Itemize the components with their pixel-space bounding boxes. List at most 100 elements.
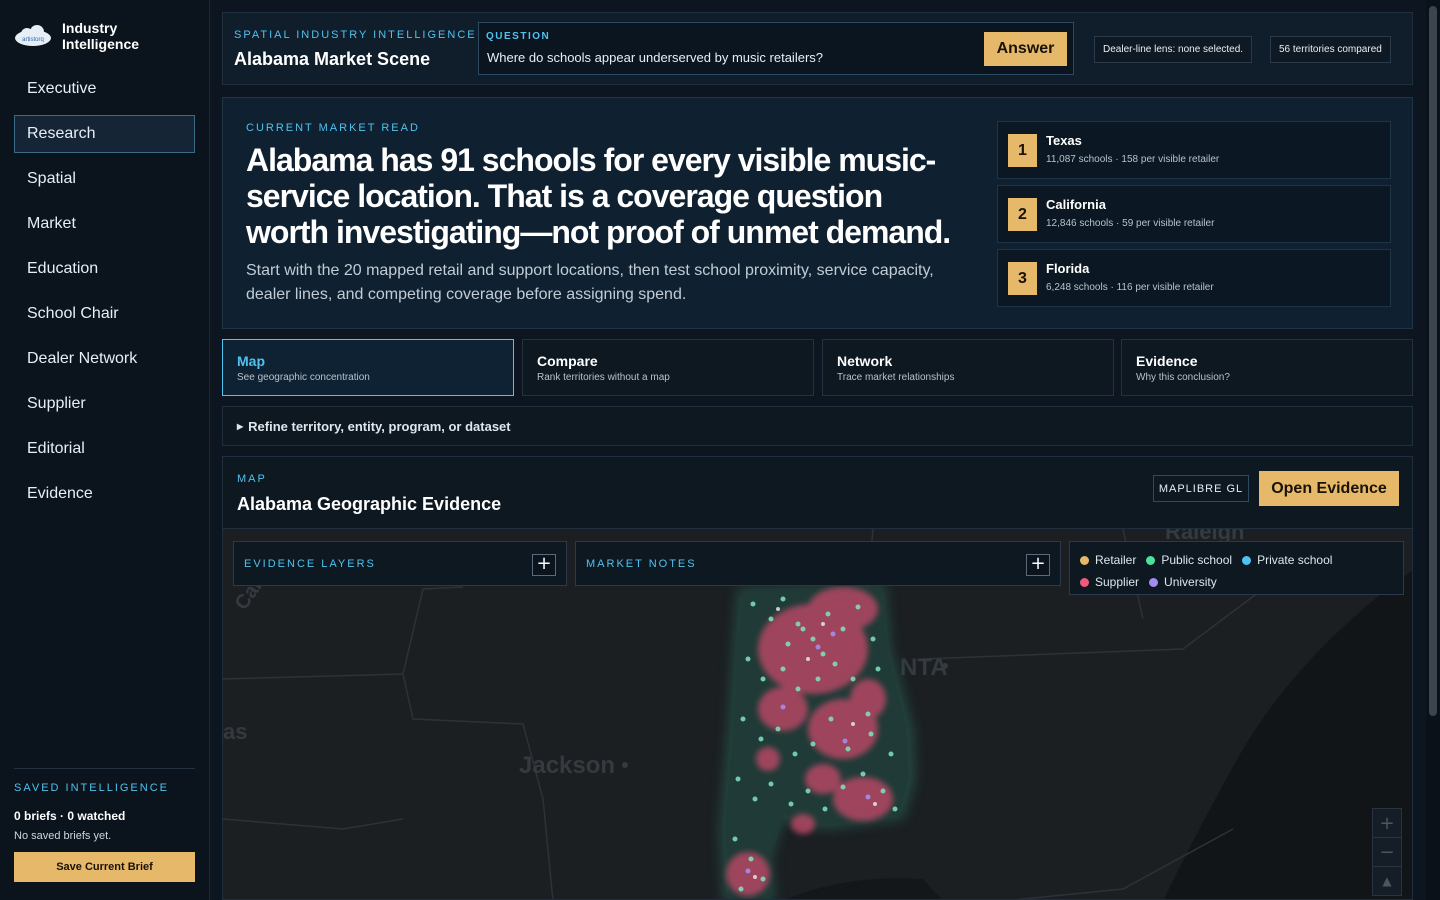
main-content: SPATIAL INDUSTRY INTELLIGENCE Alabama Ma…	[210, 0, 1426, 900]
legend-label: Public school	[1161, 553, 1233, 567]
map-zoom-controls: + − ▲	[1372, 808, 1402, 896]
page-scrollbar[interactable]	[1426, 0, 1440, 900]
compass-icon[interactable]: ▲	[1373, 867, 1401, 896]
rank-number: 2	[1008, 198, 1037, 231]
logo-cloud-icon: artistorq	[15, 25, 51, 46]
nav-item-education[interactable]: Education	[14, 250, 195, 288]
hero-headline: Alabama has 91 schools for every visible…	[246, 142, 951, 250]
nav-item-editorial[interactable]: Editorial	[14, 430, 195, 468]
hero-subtext: Start with the 20 mapped retail and supp…	[246, 262, 934, 303]
nav-item-dealer-network[interactable]: Dealer Network	[14, 340, 195, 378]
rank-stat: 11,087 schools · 158 per visible retaile…	[1046, 154, 1220, 165]
rank-number: 1	[1008, 134, 1037, 167]
tab-description: Why this conclusion?	[1136, 372, 1230, 383]
dealer-lens-chip[interactable]: Dealer-line lens: none selected.	[1094, 36, 1253, 63]
rank-stat: 12,846 schools · 59 per visible retailer	[1046, 218, 1215, 229]
map-panel: Jackson NTA Raleigh as Car MAP Alabama G…	[222, 456, 1413, 900]
market-notes-panel[interactable]: MARKET NOTES +	[575, 541, 1061, 586]
tab-description: Rank territories without a map	[537, 372, 670, 383]
saved-counts: 0 briefs · 0 watched	[14, 809, 126, 823]
retailer-dot-icon	[1080, 555, 1089, 565]
nav-item-market[interactable]: Market	[14, 205, 195, 243]
brand-title: Industry Intelligence	[62, 20, 139, 52]
top-bar: SPATIAL INDUSTRY INTELLIGENCE Alabama Ma…	[222, 12, 1413, 85]
map-legend: Retailer Public school Private school Su…	[1069, 541, 1404, 595]
map-header: MAP Alabama Geographic Evidence MAPLIBRE…	[223, 457, 1412, 529]
legend-item-public-school: Public school	[1146, 553, 1232, 567]
brand-line-1: Industry	[62, 20, 118, 36]
rank-number: 3	[1008, 262, 1037, 295]
map-title: Alabama Geographic Evidence	[237, 494, 502, 514]
basemap-city-dot	[942, 663, 948, 669]
nav-item-supplier[interactable]: Supplier	[14, 385, 195, 423]
scene-title: Alabama Market Scene	[234, 49, 431, 69]
tab-title: Network	[837, 353, 893, 369]
logo-text: artistorq	[22, 37, 44, 43]
tab-compare[interactable]: Compare Rank territories without a map	[522, 339, 814, 396]
tab-evidence[interactable]: Evidence Why this conclusion?	[1121, 339, 1413, 396]
legend-item-private-school: Private school	[1242, 553, 1332, 567]
nav-item-spatial[interactable]: Spatial	[14, 160, 195, 198]
ranking-card[interactable]: 2 California 12,846 schools · 59 per vis…	[997, 185, 1391, 243]
territories-chip[interactable]: 56 territories compared	[1270, 36, 1391, 63]
supplier-dot-icon	[1080, 577, 1089, 587]
rank-territory: Texas	[1046, 133, 1082, 148]
save-brief-button[interactable]: Save Current Brief	[14, 852, 195, 882]
refine-label: Refine territory, entity, program, or da…	[248, 418, 511, 434]
tab-description: See geographic concentration	[237, 372, 370, 383]
rank-stat: 6,248 schools · 116 per visible retailer	[1046, 282, 1214, 293]
rank-territory: California	[1046, 197, 1106, 212]
legend-item-university: University	[1149, 575, 1217, 589]
evidence-layers-label: EVIDENCE LAYERS	[244, 557, 376, 570]
saved-intelligence: SAVED INTELLIGENCE 0 briefs · 0 watched …	[14, 768, 195, 882]
rank-territory: Florida	[1046, 261, 1090, 276]
expand-layers-button[interactable]: +	[532, 554, 556, 576]
evidence-layers-panel[interactable]: EVIDENCE LAYERS +	[233, 541, 567, 586]
legend-label: University	[1164, 575, 1217, 589]
basemap-label-atlanta: NTA	[900, 654, 948, 681]
saved-kicker: SAVED INTELLIGENCE	[14, 782, 169, 794]
map-engine-badge: MAPLIBRE GL	[1153, 475, 1249, 502]
hero-kicker: CURRENT MARKET READ	[246, 122, 420, 134]
legend-label: Retailer	[1095, 553, 1137, 567]
ranking-card[interactable]: 1 Texas 11,087 schools · 158 per visible…	[997, 121, 1391, 179]
nav-item-evidence[interactable]: Evidence	[14, 475, 195, 513]
tab-network[interactable]: Network Trace market relationships	[822, 339, 1114, 396]
legend-label: Supplier	[1095, 575, 1140, 589]
sidebar: artistorq Industry Intelligence Executiv…	[0, 0, 210, 900]
market-read-hero: CURRENT MARKET READ Alabama has 91 schoo…	[222, 97, 1413, 329]
map-kicker: MAP	[237, 473, 267, 485]
disclosure-triangle-icon: ▶	[237, 421, 244, 431]
answer-button[interactable]: Answer	[984, 32, 1067, 66]
tab-title: Compare	[537, 353, 598, 369]
nav-item-research[interactable]: Research	[14, 115, 195, 153]
legend-item-retailer: Retailer	[1080, 553, 1136, 567]
question-label: QUESTION	[486, 31, 551, 42]
tab-description: Trace market relationships	[837, 372, 955, 383]
scene-kicker: SPATIAL INDUSTRY INTELLIGENCE	[234, 29, 477, 41]
university-dot-icon	[1149, 577, 1159, 587]
zoom-in-button[interactable]: +	[1373, 809, 1401, 838]
brand-line-2: Intelligence	[62, 36, 140, 52]
tab-title: Evidence	[1136, 353, 1198, 369]
open-evidence-button[interactable]: Open Evidence	[1259, 471, 1399, 506]
refine-disclosure[interactable]: ▶ Refine territory, entity, program, or …	[222, 406, 1413, 446]
zoom-out-button[interactable]: −	[1373, 838, 1401, 867]
question-box[interactable]: QUESTION Where do schools appear underse…	[478, 22, 1074, 75]
scrollbar-thumb[interactable]	[1429, 6, 1437, 716]
expand-notes-button[interactable]: +	[1026, 554, 1050, 576]
private-school-dot-icon	[1242, 555, 1252, 565]
ranking-card[interactable]: 3 Florida 6,248 schools · 116 per visibl…	[997, 249, 1391, 307]
basemap-city-dot	[622, 762, 628, 768]
tab-map[interactable]: Map See geographic concentration	[222, 339, 514, 396]
legend-item-supplier: Supplier	[1080, 575, 1139, 589]
scene-title-block: SPATIAL INDUSTRY INTELLIGENCE Alabama Ma…	[234, 29, 477, 70]
market-notes-label: MARKET NOTES	[586, 557, 697, 570]
nav-item-school-chair[interactable]: School Chair	[14, 295, 195, 333]
nav-item-executive[interactable]: Executive	[14, 70, 195, 108]
saved-empty-text: No saved briefs yet.	[14, 830, 112, 842]
question-input[interactable]: Where do schools appear underserved by m…	[487, 50, 823, 65]
basemap-label-jackson: Jackson	[519, 752, 615, 779]
basemap-label-partial-left: as	[223, 719, 247, 744]
brand[interactable]: artistorq Industry Intelligence	[14, 20, 139, 52]
